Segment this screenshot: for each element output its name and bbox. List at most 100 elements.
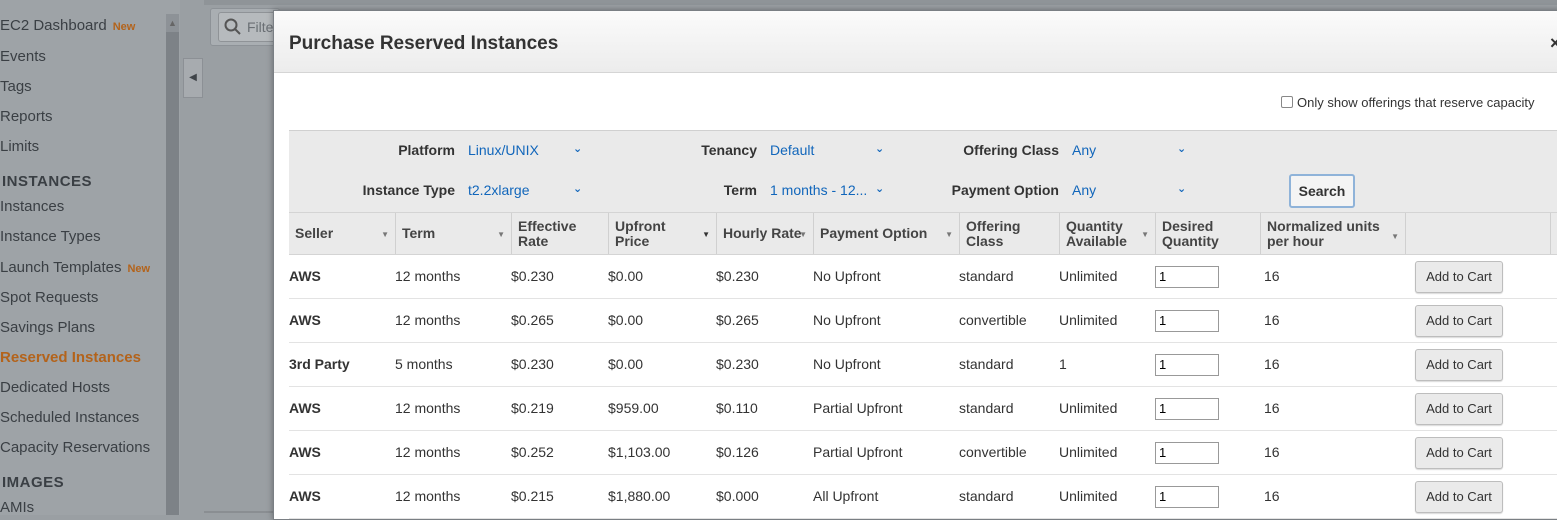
sidebar-item-limits[interactable]: Limits xyxy=(0,138,39,155)
add-to-cart-button[interactable]: Add to Cart xyxy=(1415,349,1503,381)
column-header-hourly-rate[interactable]: Hourly Rate ▼ xyxy=(717,213,814,254)
sidebar-item-reserved-instances[interactable]: Reserved Instances xyxy=(0,349,141,366)
sidebar-item-instance-types[interactable]: Instance Types xyxy=(0,228,101,245)
instance-type-select[interactable]: t2.2xlarge ⌄ xyxy=(468,182,588,202)
cell-quantity-available: 1 xyxy=(1059,356,1067,372)
purchase-reserved-instances-modal: Purchase Reserved Instances × Only show … xyxy=(273,10,1557,520)
sidebar-item-amis[interactable]: AMIs xyxy=(0,499,34,516)
column-label: Effective Rate xyxy=(518,217,577,249)
cell-effective-rate: $0.252 xyxy=(511,444,554,460)
column-header-payment-option[interactable]: Payment Option ▼ xyxy=(814,213,960,254)
offering-class-value: Any xyxy=(1072,142,1097,158)
chevron-down-icon: ⌄ xyxy=(1177,183,1187,195)
sidebar-item-tags[interactable]: Tags xyxy=(0,78,32,95)
column-header-effective-rate[interactable]: Effective Rate xyxy=(512,213,609,254)
table-row: AWS 12 months $0.219 $959.00 $0.110 Part… xyxy=(289,387,1557,431)
modal-title: Purchase Reserved Instances xyxy=(289,33,559,54)
modal-header: Purchase Reserved Instances × xyxy=(274,11,1557,73)
cell-seller: AWS xyxy=(289,444,321,460)
cell-upfront-price: $959.00 xyxy=(608,400,659,416)
cell-quantity-available: Unlimited xyxy=(1059,312,1118,328)
collapse-sidebar-icon[interactable]: ◀ xyxy=(183,58,203,98)
cell-payment-option: Partial Upfront xyxy=(813,444,903,460)
column-label: Upfront Price xyxy=(615,217,666,249)
cell-normalized-units: 16 xyxy=(1264,488,1280,504)
sidebar-section-images: IMAGES xyxy=(2,474,65,491)
column-header-term[interactable]: Term ▼ xyxy=(396,213,512,254)
sidebar-item-launch-templates[interactable]: Launch Templates New xyxy=(0,259,150,276)
column-header-seller[interactable]: Seller ▼ xyxy=(289,213,396,254)
add-to-cart-button[interactable]: Add to Cart xyxy=(1415,481,1503,513)
offering-class-select[interactable]: Any ⌄ xyxy=(1072,142,1192,162)
cell-payment-option: Partial Upfront xyxy=(813,400,903,416)
sidebar-item-label: EC2 Dashboard xyxy=(0,17,107,34)
cell-quantity-available: Unlimited xyxy=(1059,268,1118,284)
cell-upfront-price: $1,103.00 xyxy=(608,444,671,460)
tenancy-select[interactable]: Default ⌄ xyxy=(770,142,890,162)
desired-quantity-input[interactable]: 1 xyxy=(1155,354,1219,376)
cell-hourly-rate: $0.230 xyxy=(716,356,759,372)
column-header-upfront-price[interactable]: Upfront Price ▼ xyxy=(609,213,717,254)
desired-quantity-input[interactable]: 1 xyxy=(1155,442,1219,464)
column-header-offering-class[interactable]: Offering Class xyxy=(960,213,1060,254)
reserve-capacity-label: Only show offerings that reserve capacit… xyxy=(1297,95,1535,110)
cell-offering-class: standard xyxy=(959,488,1014,504)
chevron-down-icon: ⌄ xyxy=(875,143,885,155)
desired-quantity-input[interactable]: 1 xyxy=(1155,266,1219,288)
column-header-quantity-available[interactable]: Quantity Available ▼ xyxy=(1060,213,1156,254)
cell-offering-class: standard xyxy=(959,356,1014,372)
column-header-normalized-units[interactable]: Normalized units per hour ▼ xyxy=(1261,213,1406,254)
sidebar-item-label: Launch Templates xyxy=(0,259,122,276)
sidebar-item-instances[interactable]: Instances xyxy=(0,198,64,215)
search-button[interactable]: Search xyxy=(1289,174,1355,208)
cell-payment-option: No Upfront xyxy=(813,268,881,284)
cell-upfront-price: $0.00 xyxy=(608,312,644,328)
cell-upfront-price: $0.00 xyxy=(608,356,644,372)
cell-seller: AWS xyxy=(289,312,321,328)
sidebar-item-ec2-dashboard[interactable]: EC2 Dashboard New xyxy=(0,17,135,34)
column-label: Quantity Available xyxy=(1066,217,1127,249)
cell-hourly-rate: $0.110 xyxy=(716,400,758,416)
desired-quantity-input[interactable]: 1 xyxy=(1155,310,1219,332)
instance-type-label: Instance Type xyxy=(362,182,455,198)
cell-effective-rate: $0.230 xyxy=(511,268,554,284)
sidebar-item-savings-plans[interactable]: Savings Plans xyxy=(0,319,95,336)
column-label: Desired Quantity xyxy=(1162,217,1219,249)
reserve-capacity-checkbox-row[interactable]: Only show offerings that reserve capacit… xyxy=(1281,95,1535,110)
add-to-cart-button[interactable]: Add to Cart xyxy=(1415,261,1503,293)
scroll-up-icon[interactable]: ▲ xyxy=(166,14,179,32)
close-icon[interactable]: × xyxy=(1550,33,1557,54)
add-to-cart-button[interactable]: Add to Cart xyxy=(1415,393,1503,425)
table-row: AWS 12 months $0.265 $0.00 $0.265 No Upf… xyxy=(289,299,1557,343)
cell-normalized-units: 16 xyxy=(1264,268,1280,284)
add-to-cart-button[interactable]: Add to Cart xyxy=(1415,305,1503,337)
sidebar-item-reports[interactable]: Reports xyxy=(0,108,53,125)
instance-type-value: t2.2xlarge xyxy=(468,182,530,198)
add-to-cart-button[interactable]: Add to Cart xyxy=(1415,437,1503,469)
term-select[interactable]: 1 months - 12... ⌄ xyxy=(770,182,890,202)
sidebar-scrollbar-thumb[interactable] xyxy=(166,32,179,515)
sidebar-item-scheduled-instances[interactable]: Scheduled Instances xyxy=(0,409,139,426)
cell-normalized-units: 16 xyxy=(1264,444,1280,460)
sidebar-item-dedicated-hosts[interactable]: Dedicated Hosts xyxy=(0,379,110,396)
table-row: AWS 12 months $0.230 $0.00 $0.230 No Upf… xyxy=(289,255,1557,299)
tenancy-label: Tenancy xyxy=(701,142,757,158)
platform-select[interactable]: Linux/UNIX ⌄ xyxy=(468,142,588,162)
sidebar-item-spot-requests[interactable]: Spot Requests xyxy=(0,289,98,306)
cell-payment-option: No Upfront xyxy=(813,312,881,328)
reserve-capacity-checkbox[interactable] xyxy=(1281,96,1293,108)
sidebar-item-events[interactable]: Events xyxy=(0,48,46,65)
cell-term: 12 months xyxy=(395,400,461,416)
cell-hourly-rate: $0.000 xyxy=(716,488,759,504)
desired-quantity-input[interactable]: 1 xyxy=(1155,486,1219,508)
cell-hourly-rate: $0.126 xyxy=(716,444,759,460)
sort-icon: ▼ xyxy=(945,230,953,239)
desired-quantity-input[interactable]: 1 xyxy=(1155,398,1219,420)
filter-panel: Platform Linux/UNIX ⌄ Tenancy Default ⌄ … xyxy=(289,130,1557,212)
payment-option-select[interactable]: Any ⌄ xyxy=(1072,182,1192,202)
sidebar-item-capacity-reservations[interactable]: Capacity Reservations xyxy=(0,439,150,456)
column-label: Hourly Rate xyxy=(723,225,802,241)
tenancy-value: Default xyxy=(770,142,815,158)
cell-offering-class: convertible xyxy=(959,312,1027,328)
payment-option-value: Any xyxy=(1072,182,1097,198)
